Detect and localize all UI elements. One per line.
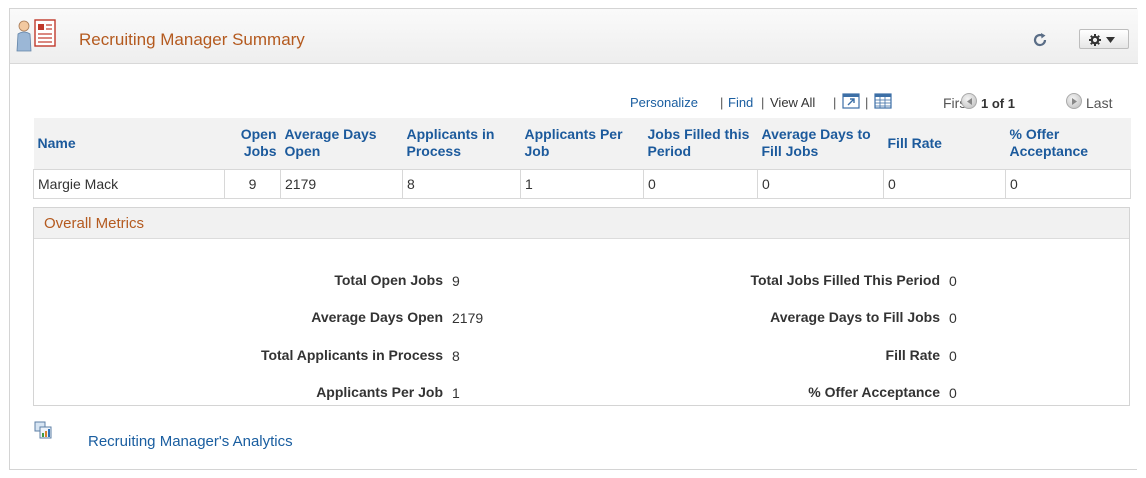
- metric-value-total-jobs-filled: 0: [949, 273, 957, 289]
- column-header-open-jobs[interactable]: Open Jobs: [224, 118, 281, 170]
- view-all-link[interactable]: View All: [770, 95, 815, 110]
- metric-label-fill-rate: Fill Rate: [885, 347, 940, 363]
- metric-label-average-days-open: Average Days Open: [311, 309, 443, 325]
- metric-label-offer-acceptance: % Offer Acceptance: [808, 384, 940, 400]
- metric-value-offer-acceptance: 0: [949, 385, 957, 401]
- column-header-fill-rate[interactable]: Fill Rate: [883, 118, 1006, 170]
- pagelet-header: Recruiting Manager Summary: [10, 9, 1138, 64]
- zoom-grid-icon[interactable]: [842, 93, 860, 109]
- person-document-icon: [16, 19, 56, 52]
- metric-value-applicants-per-job: 1: [452, 385, 460, 401]
- cell-average-days-to-fill: 0: [757, 169, 884, 199]
- metric-value-average-days-open: 2179: [452, 310, 484, 326]
- download-spreadsheet-icon[interactable]: [874, 93, 892, 109]
- overall-metrics-header: Overall Metrics: [34, 208, 1129, 239]
- metric-value-average-days-to-fill: 0: [949, 310, 957, 326]
- cell-jobs-filled: 0: [643, 169, 758, 199]
- cell-offer-acceptance: 0: [1005, 169, 1131, 199]
- previous-row-button[interactable]: [961, 93, 977, 109]
- gear-icon: [1089, 34, 1115, 46]
- metric-label-total-open-jobs: Total Open Jobs: [334, 272, 443, 288]
- metric-label-total-applicants: Total Applicants in Process: [260, 347, 443, 363]
- cell-average-days-open: 2179: [280, 169, 403, 199]
- summary-grid: Name Open Jobs Average Days Open Applica…: [33, 118, 1131, 199]
- column-header-average-days-open[interactable]: Average Days Open: [280, 118, 403, 170]
- cell-fill-rate: 0: [883, 169, 1006, 199]
- metric-value-total-open-jobs: 9: [452, 273, 460, 289]
- toolbar-separator: |: [865, 95, 869, 110]
- metric-label-applicants-per-job: Applicants Per Job: [316, 384, 443, 400]
- arrow-left-icon: [967, 98, 972, 105]
- toolbar-separator: |: [761, 95, 765, 110]
- toolbar-separator: |: [833, 95, 837, 110]
- personalize-link[interactable]: Personalize: [630, 95, 698, 110]
- analytics-icon: [34, 421, 52, 439]
- column-header-average-days-to-fill[interactable]: Average Days to Fill Jobs: [757, 118, 884, 170]
- grid-header-row: Name Open Jobs Average Days Open Applica…: [33, 118, 1131, 170]
- column-header-jobs-filled[interactable]: Jobs Filled this Period: [643, 118, 758, 170]
- metric-value-fill-rate: 0: [949, 348, 957, 364]
- overall-metrics-title: Overall Metrics: [44, 215, 145, 232]
- metric-label-average-days-to-fill: Average Days to Fill Jobs: [770, 309, 940, 325]
- column-header-offer-acceptance[interactable]: % Offer Acceptance: [1005, 118, 1131, 170]
- cell-applicants-in-process: 8: [402, 169, 521, 199]
- cell-open-jobs: 9: [224, 169, 281, 199]
- recruiting-manager-summary-pagelet: Recruiting Manager Summary Personalize |…: [9, 8, 1138, 470]
- table-row: Margie Mack 9 2179 8 1 0 0 0 0: [33, 169, 1131, 199]
- cell-name: Margie Mack: [33, 169, 225, 199]
- grid-navigation-bar: Personalize | Find | View All | | First …: [630, 93, 1120, 113]
- column-header-applicants-per-job[interactable]: Applicants Per Job: [520, 118, 644, 170]
- cell-applicants-per-job: 1: [520, 169, 644, 199]
- refresh-icon[interactable]: [1031, 31, 1049, 49]
- pagelet-title: Recruiting Manager Summary: [79, 30, 305, 49]
- recruiting-manager-analytics-link[interactable]: Recruiting Manager's Analytics: [88, 433, 293, 450]
- metric-value-total-applicants: 8: [452, 348, 460, 364]
- metric-label-total-jobs-filled: Total Jobs Filled This Period: [750, 272, 940, 288]
- toolbar-separator: |: [720, 95, 724, 110]
- overall-metrics-section: Overall Metrics Total Open Jobs 9 Averag…: [33, 207, 1130, 406]
- pagelet-options-button[interactable]: [1079, 29, 1129, 49]
- arrow-right-icon: [1072, 98, 1077, 105]
- next-row-button[interactable]: [1066, 93, 1082, 109]
- column-header-name[interactable]: Name: [33, 118, 225, 170]
- last-label: Last: [1086, 95, 1113, 111]
- column-header-applicants-in-process[interactable]: Applicants in Process: [402, 118, 521, 170]
- row-count: 1 of 1: [981, 96, 1015, 111]
- find-link[interactable]: Find: [728, 95, 753, 110]
- chevron-down-icon: [1106, 37, 1115, 43]
